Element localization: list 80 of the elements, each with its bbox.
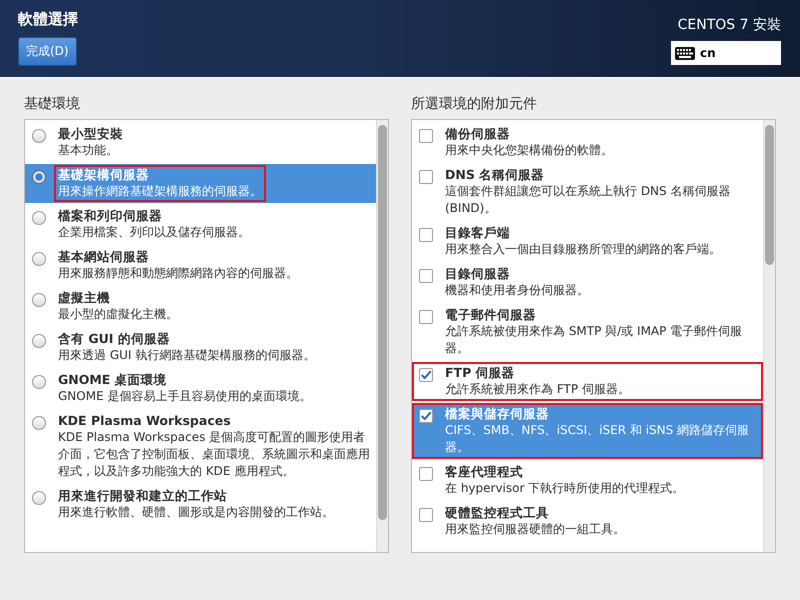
option-description: 用來整合入一個由目錄服務所管理的網路的客戶端。 — [445, 241, 721, 258]
checkbox[interactable] — [419, 368, 433, 382]
addon-option[interactable]: 目錄客戶端 用來整合入一個由目錄服務所管理的網路的客戶端。 — [412, 222, 763, 261]
keyboard-layout-indicator[interactable]: cn — [671, 41, 781, 65]
option-name: 目錄伺服器 — [445, 266, 511, 282]
checkbox[interactable] — [419, 310, 433, 324]
radio-button[interactable] — [32, 211, 46, 225]
option-description: 用來進行軟體、硬體、圖形或是內容開發的工作站。 — [58, 504, 334, 521]
checkbox[interactable] — [419, 129, 433, 143]
option-name: KDE Plasma Workspaces — [58, 413, 232, 429]
option-name: GNOME 桌面環境 — [58, 372, 168, 388]
option-description: 這個套件群組讓您可以在系統上執行 DNS 名稱伺服器 (BIND)。 — [445, 183, 732, 217]
checkbox[interactable] — [419, 269, 433, 283]
addon-option[interactable]: FTP 伺服器 允許系統被用來作為 FTP 伺服器。 — [412, 362, 763, 401]
addon-option[interactable]: 硬體監控程式工具 用來監控伺服器硬體的一組工具。 — [412, 502, 763, 541]
addon-option[interactable]: DNS 名稱伺服器 這個套件群組讓您可以在系統上執行 DNS 名稱伺服器 (BIND)。 — [412, 164, 763, 220]
radio-button[interactable] — [32, 129, 46, 143]
option-name: 基礎架構伺服器 — [58, 167, 150, 183]
option-description: 用來服務靜態和動態網際網路內容的伺服器。 — [58, 265, 298, 282]
done-button[interactable]: 完成(D) — [18, 37, 77, 66]
option-description: 允許系統被使用來作為 SMTP 與/或 IMAP 電子郵件伺服器。 — [445, 323, 744, 357]
option-name: FTP 伺服器 — [445, 365, 516, 381]
keyboard-icon — [675, 46, 695, 60]
option-description: GNOME 是個容易上手且容易使用的桌面環境。 — [58, 388, 312, 405]
addon-option[interactable]: 備份伺服器 用來中央化您架構備份的軟體。 — [412, 123, 763, 162]
option-name: 硬體監控程式工具 — [445, 505, 550, 521]
checkbox[interactable] — [419, 467, 433, 481]
keyboard-layout-label: cn — [700, 46, 716, 60]
radio-button[interactable] — [32, 491, 46, 505]
radio-button[interactable] — [32, 170, 46, 184]
option-name: 電子郵件伺服器 — [445, 307, 537, 323]
option-name: 基本網站伺服器 — [58, 249, 150, 265]
option-description: 機器和使用者身份伺服器。 — [445, 282, 589, 299]
option-description: 基本功能。 — [58, 142, 119, 159]
screen-title: 軟體選擇 — [18, 10, 78, 29]
option-name: 最小型安裝 — [58, 126, 123, 142]
addon-option[interactable]: 目錄伺服器 機器和使用者身份伺服器。 — [412, 263, 763, 302]
environment-option[interactable]: GNOME 桌面環境 GNOME 是個容易上手且容易使用的桌面環境。 — [25, 369, 376, 408]
radio-button[interactable] — [32, 416, 46, 430]
option-description: 用來監控伺服器硬體的一組工具。 — [445, 521, 625, 538]
option-description: 用來中央化您架構備份的軟體。 — [445, 142, 613, 159]
option-description: 企業用檔案、列印以及儲存伺服器。 — [58, 224, 250, 241]
radio-button[interactable] — [32, 334, 46, 348]
environment-option[interactable]: 含有 GUI 的伺服器 用來透過 GUI 執行網路基礎架構服務的伺服器。 — [25, 328, 376, 367]
environment-option[interactable]: 虛擬主機 最小型的虛擬化主機。 — [25, 287, 376, 326]
radio-button[interactable] — [32, 252, 46, 266]
option-name: 檔案與儲存伺服器 — [445, 406, 550, 422]
option-description: 用來透過 GUI 執行網路基礎架構服務的伺服器。 — [58, 347, 316, 364]
environment-option[interactable]: 檔案和列印伺服器 企業用檔案、列印以及儲存伺服器。 — [25, 205, 376, 244]
option-description: 在 hypervisor 下執行時所使用的代理程式。 — [445, 480, 684, 497]
option-name: 用來進行開發和建立的工作站 — [58, 488, 228, 504]
environment-option[interactable]: KDE Plasma Workspaces KDE Plasma Workspaces 是個高度可配置的圖形使用者介面，它包含了控制面板、桌面環境、系統圖示和桌面應用程式，以及許多功能強大的 KDE 應用程式。 — [25, 410, 376, 483]
option-name: 含有 GUI 的伺服器 — [58, 331, 171, 347]
addon-option[interactable]: 客座代理程式 在 hypervisor 下執行時所使用的代理程式。 — [412, 461, 763, 500]
environment-option[interactable]: 用來進行開發和建立的工作站 用來進行軟體、硬體、圖形或是內容開發的工作站。 — [25, 485, 376, 524]
section-heading: 基礎環境 — [24, 95, 81, 113]
option-name: DNS 名稱伺服器 — [445, 167, 546, 183]
checkbox[interactable] — [419, 409, 433, 423]
scrollbar[interactable] — [376, 120, 388, 552]
option-description: CIFS、SMB、NFS、iSCSI、iSER 和 iSNS 網路儲存伺服器。 — [445, 422, 750, 456]
environment-option[interactable]: 最小型安裝 基本功能。 — [25, 123, 376, 162]
option-name: 虛擬主機 — [58, 290, 111, 306]
checkbox[interactable] — [419, 508, 433, 522]
option-description: KDE Plasma Workspaces 是個高度可配置的圖形使用者介面，它包含了控制面板、桌面環境、系統圖示和桌面應用程式，以及許多功能強大的 KDE 應用程式。 — [58, 429, 370, 480]
option-name: 目錄客戶端 — [445, 225, 511, 241]
radio-button[interactable] — [32, 293, 46, 307]
checkbox[interactable] — [419, 170, 433, 184]
scrollbar[interactable] — [763, 120, 775, 552]
option-description: 用來操作網路基礎架構服務的伺服器。 — [58, 183, 262, 200]
checkbox[interactable] — [419, 228, 433, 242]
option-description: 最小型的虛擬化主機。 — [58, 306, 178, 323]
option-name: 備份伺服器 — [445, 126, 511, 142]
option-name: 客座代理程式 — [445, 464, 524, 480]
radio-button[interactable] — [32, 375, 46, 389]
option-name: 檔案和列印伺服器 — [58, 208, 163, 224]
section-heading: 所選環境的附加元件 — [411, 95, 538, 113]
addon-option[interactable]: 電子郵件伺服器 允許系統被使用來作為 SMTP 與/或 IMAP 電子郵件伺服器。 — [412, 304, 763, 360]
environment-option[interactable]: 基本網站伺服器 用來服務靜態和動態網際網路內容的伺服器。 — [25, 246, 376, 285]
product-title: CENTOS 7 安裝 — [678, 16, 781, 34]
option-description: 允許系統被用來作為 FTP 伺服器。 — [445, 381, 630, 398]
